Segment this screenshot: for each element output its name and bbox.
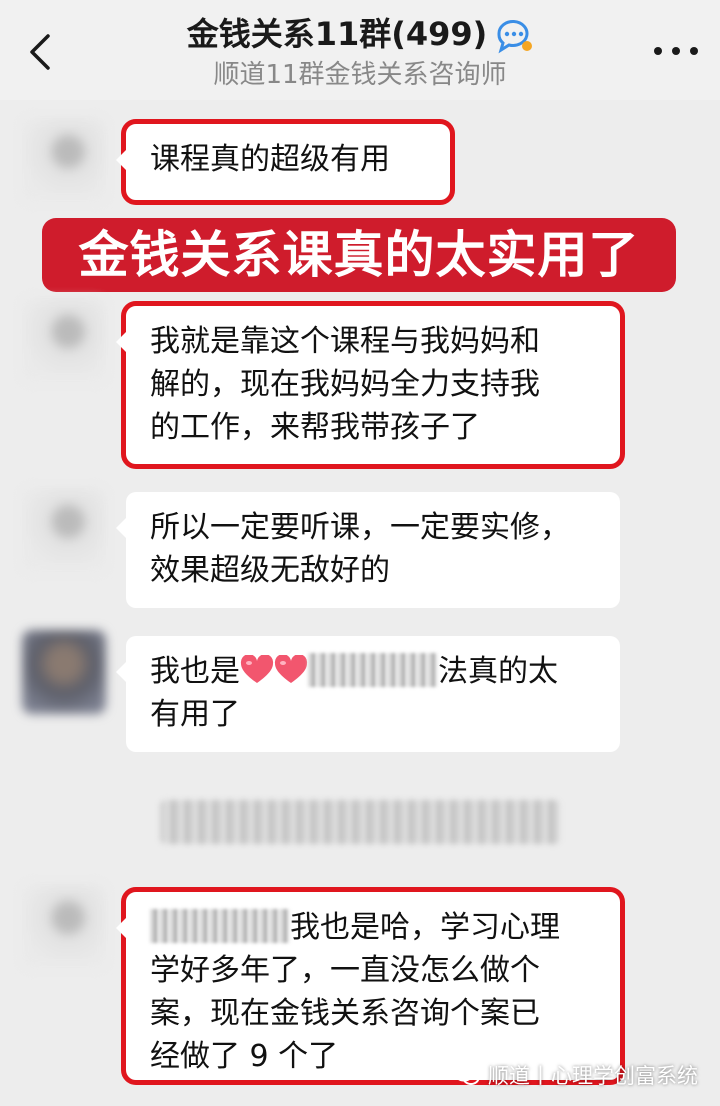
- watermark-text: 顺道丨心理学创富系统: [488, 1064, 698, 1088]
- message-bubble: 我也是 法真的太 有用了: [116, 636, 620, 752]
- avatar[interactable]: [22, 118, 106, 202]
- message-line: 我就是靠这个课程与我妈妈和: [150, 324, 540, 359]
- more-options-icon[interactable]: [654, 36, 698, 66]
- group-subtitle: 顺道11群金钱关系咨询师: [213, 60, 507, 90]
- blurred-text: [308, 653, 438, 687]
- message-text: 法真的太: [438, 654, 558, 689]
- blurred-system-message: [160, 800, 560, 844]
- watermark: 顺道丨心理学创富系统: [454, 1060, 698, 1090]
- avatar[interactable]: [22, 630, 106, 714]
- message-text: 课程真的超级有用: [150, 142, 390, 177]
- heart-emoji-icon: [240, 654, 274, 684]
- avatar[interactable]: [22, 298, 106, 382]
- message-bubble: 所以一定要听课，一定要实修， 效果超级无敌好的: [116, 492, 620, 608]
- message-line: 案，现在金钱关系咨询个案已: [150, 996, 540, 1031]
- message-bubble: 课程真的超级有用: [116, 119, 455, 205]
- message-line: 我也是 法真的太: [150, 650, 596, 693]
- avatar[interactable]: [22, 884, 106, 968]
- message-line: 有用了: [150, 697, 240, 732]
- message-text: 我也是: [150, 654, 240, 689]
- message-line: 我也是哈，学习心理: [150, 906, 596, 949]
- message-line: 解的，现在我妈妈全力支持我: [150, 367, 540, 402]
- heart-emoji-icon: [274, 654, 308, 684]
- group-title-row[interactable]: 金钱关系11群(499): [0, 12, 720, 56]
- blurred-text: [150, 909, 290, 943]
- message-bubble: 我就是靠这个课程与我妈妈和 解的，现在我妈妈全力支持我 的工作，来帮我带孩子了: [116, 301, 625, 469]
- highlight-banner: 金钱关系课真的太实用了: [42, 218, 676, 292]
- message-bubble: 我也是哈，学习心理 学好多年了，一直没怎么做个 案，现在金钱关系咨询个案已 经做…: [116, 887, 625, 1085]
- chat-assistant-icon[interactable]: [493, 18, 533, 54]
- message-line: 的工作，来帮我带孩子了: [150, 410, 480, 445]
- message-line: 学好多年了，一直没怎么做个: [150, 953, 540, 988]
- avatar[interactable]: [22, 488, 106, 572]
- wechat-icon: [454, 1064, 480, 1085]
- chat-header: 金钱关系11群(499) 顺道11群金钱关系咨询师: [0, 0, 720, 100]
- message-line: 效果超级无敌好的: [150, 553, 390, 588]
- message-text: 我也是哈，学习心理: [290, 910, 560, 945]
- group-title: 金钱关系11群(499): [186, 15, 488, 53]
- message-line: 所以一定要听课，一定要实修，: [150, 510, 570, 545]
